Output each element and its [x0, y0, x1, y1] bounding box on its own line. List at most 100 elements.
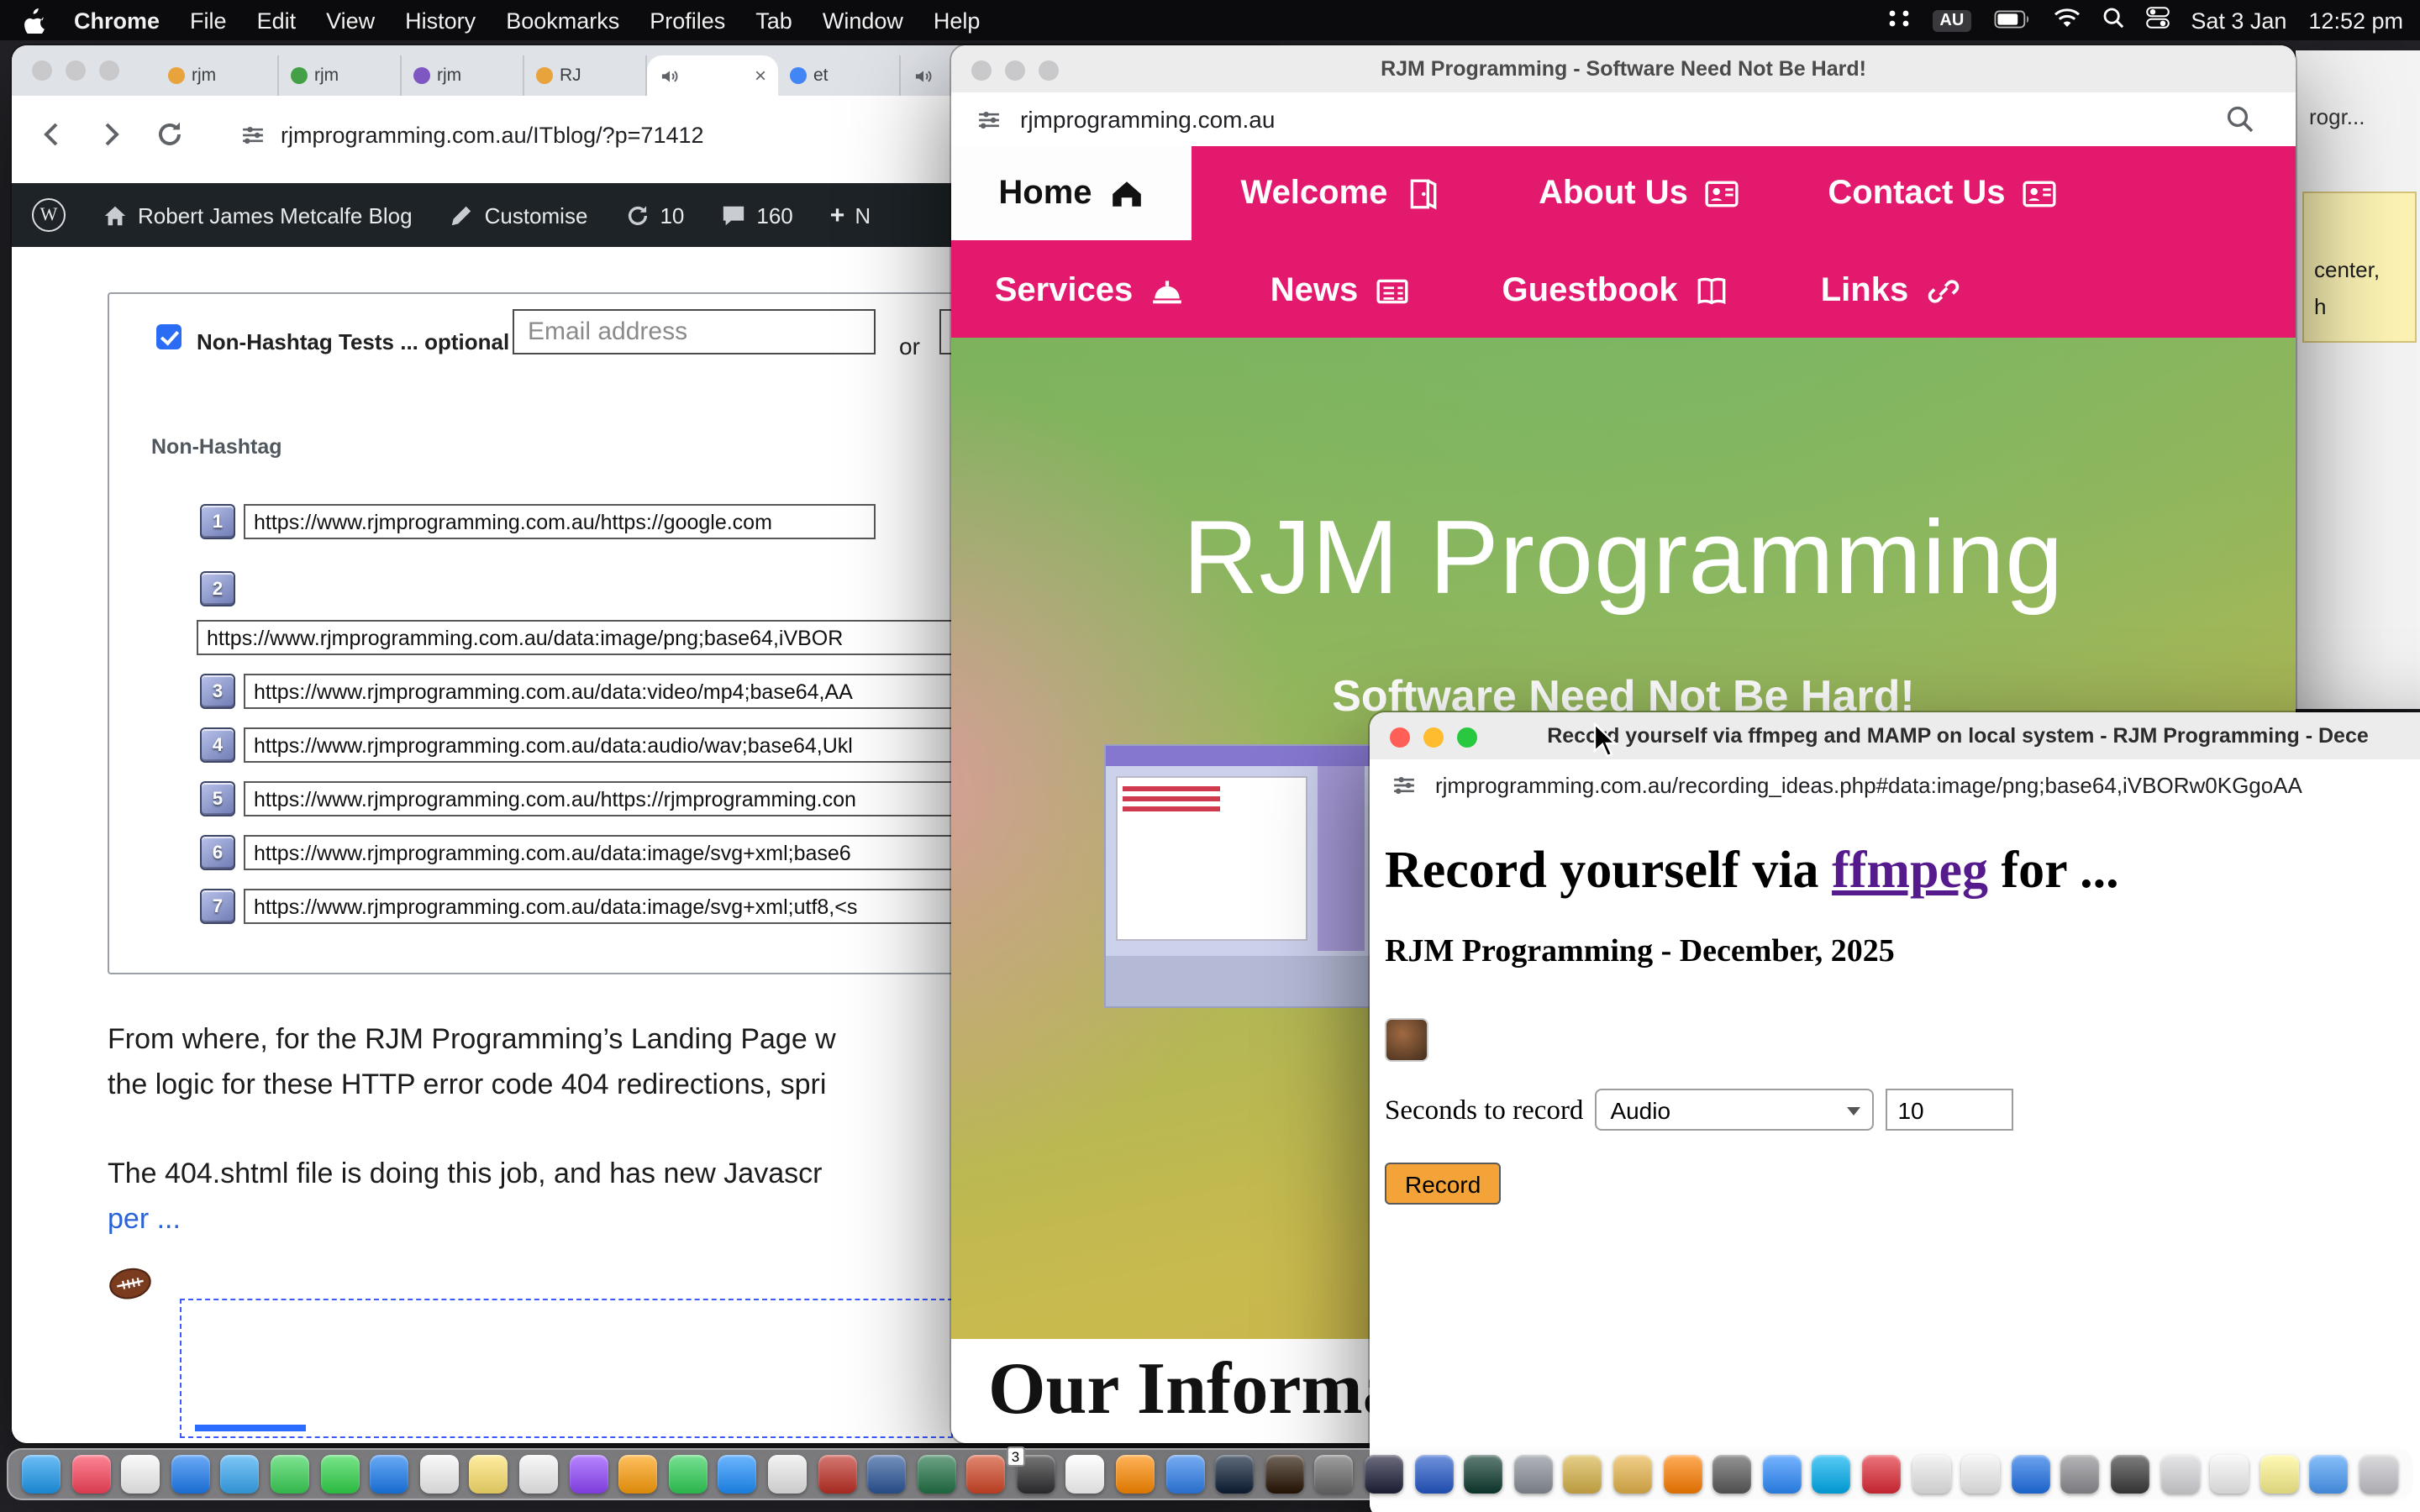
browser-tab[interactable]: rjm [279, 55, 402, 96]
filezilla-icon[interactable] [818, 1455, 856, 1494]
site-settings-icon[interactable] [975, 105, 1003, 134]
wordpress-logo-icon[interactable]: W [32, 198, 66, 232]
screenshot-1-icon[interactable] [2111, 1455, 2149, 1494]
mail-icon[interactable] [171, 1455, 210, 1494]
menu-tab[interactable]: Tab [740, 8, 808, 33]
photoshop-icon[interactable] [1216, 1455, 1255, 1494]
url-input[interactable] [244, 504, 876, 539]
bbedit-icon[interactable] [1414, 1455, 1453, 1494]
close-window-icon[interactable] [32, 60, 52, 81]
new-content-link[interactable]: + N [830, 201, 871, 229]
sequel-pro-icon[interactable] [1564, 1455, 1602, 1494]
zoom-window-icon[interactable] [1457, 727, 1477, 748]
messages-icon[interactable] [271, 1455, 309, 1494]
zoom-icon[interactable] [1763, 1455, 1802, 1494]
menu-profiles[interactable]: Profiles [634, 8, 740, 33]
non-hashtag-checkbox[interactable] [156, 324, 182, 349]
updates-indicator[interactable]: 10 [624, 202, 684, 228]
app-menu-chrome[interactable]: Chrome [59, 8, 175, 33]
nav-links[interactable]: Links [1807, 244, 1975, 338]
nav-news[interactable]: News [1252, 244, 1428, 338]
word-icon[interactable] [867, 1455, 906, 1494]
window-controls[interactable] [32, 60, 133, 81]
menu-edit[interactable]: Edit [242, 8, 312, 33]
menu-bookmarks[interactable]: Bookmarks [491, 8, 634, 33]
podcasts-icon[interactable] [569, 1455, 608, 1494]
url-input[interactable] [197, 620, 1071, 655]
url-bar[interactable]: rjmprogramming.com.au [951, 92, 2296, 148]
url-input[interactable] [244, 674, 1034, 709]
menu-help[interactable]: Help [918, 8, 996, 33]
row-number[interactable]: 6 [200, 835, 235, 870]
battery-icon[interactable] [1992, 8, 2031, 33]
vscode-icon[interactable] [1165, 1455, 1204, 1494]
seconds-input[interactable] [1886, 1089, 2013, 1131]
downloads-folder-icon[interactable] [2310, 1455, 2349, 1494]
excel-icon[interactable] [917, 1455, 955, 1494]
site-name-link[interactable]: Robert James Metcalfe Blog [103, 202, 413, 228]
browser-tab[interactable]: rjm [402, 55, 524, 96]
url-input[interactable] [244, 889, 1034, 924]
nav-guestbook[interactable]: Guestbook [1486, 244, 1746, 338]
zoom-window-icon[interactable] [1039, 60, 1059, 81]
window-controls[interactable] [1390, 727, 1491, 748]
music-icon[interactable] [71, 1455, 110, 1494]
customise-link[interactable]: Customise [450, 202, 588, 228]
nav-about-us[interactable]: About Us [1509, 146, 1770, 240]
chrome-icon[interactable] [1066, 1455, 1105, 1494]
search-icon[interactable] [2225, 104, 2255, 134]
skype-icon[interactable] [1812, 1455, 1851, 1494]
site-settings-icon[interactable] [1390, 770, 1418, 799]
gimp-icon[interactable] [1315, 1455, 1354, 1494]
menu-bar-clock[interactable]: 12:52 pm [2308, 8, 2403, 33]
calendar-icon[interactable] [420, 1455, 459, 1494]
pages-icon[interactable] [618, 1455, 657, 1494]
wifi-icon[interactable] [2053, 8, 2080, 33]
row-number[interactable]: 7 [200, 889, 235, 924]
url-text[interactable]: rjmprogramming.com.au/ITblog/?p=71412 [281, 122, 704, 147]
audacity-icon[interactable] [1365, 1455, 1403, 1494]
nav-contact-us[interactable]: Contact Us [1800, 146, 2086, 240]
url-input[interactable] [244, 835, 1034, 870]
facetime-icon[interactable] [320, 1455, 359, 1494]
nav-welcome[interactable]: Welcome [1227, 146, 1454, 240]
row-number[interactable]: 1 [200, 504, 235, 539]
row-number[interactable]: 3 [200, 674, 235, 709]
per-link[interactable]: per ... [108, 1196, 822, 1242]
mode-select[interactable]: Audio [1595, 1089, 1874, 1131]
close-window-icon[interactable] [1390, 727, 1410, 748]
firefox-icon[interactable] [1116, 1455, 1155, 1494]
finder-icon[interactable] [22, 1455, 60, 1494]
url-text[interactable]: rjmprogramming.com.au [1020, 106, 1275, 133]
menu-history[interactable]: History [390, 8, 491, 33]
input-source-indicator[interactable]: AU [1933, 9, 1970, 31]
ffmpeg-link[interactable]: ffmpeg [1832, 840, 1988, 899]
menu-file[interactable]: File [175, 8, 242, 33]
menu-window[interactable]: Window [808, 8, 918, 33]
cyberduck-icon[interactable] [1613, 1455, 1652, 1494]
vlc-icon[interactable] [1663, 1455, 1702, 1494]
browser-tab[interactable]: RJ [524, 55, 647, 96]
screenshot-thumbnail[interactable] [1104, 744, 1376, 1008]
browser-tab[interactable]: et [778, 55, 901, 96]
reload-icon[interactable] [153, 118, 187, 151]
safari-icon[interactable] [221, 1455, 260, 1494]
opera-icon[interactable] [1862, 1455, 1901, 1494]
close-window-icon[interactable] [971, 60, 992, 81]
url-text[interactable]: rjmprogramming.com.au/recording_ideas.ph… [1435, 772, 2302, 797]
window-controls[interactable] [971, 60, 1072, 81]
stickies-icon[interactable] [2260, 1455, 2298, 1494]
numbers-icon[interactable] [668, 1455, 707, 1494]
minimize-window-icon[interactable] [1423, 727, 1444, 748]
notes-icon[interactable] [470, 1455, 508, 1494]
paintbrush-icon[interactable] [1912, 1455, 1950, 1494]
comments-indicator[interactable]: 160 [721, 202, 792, 228]
window-title-bar[interactable]: RJM Programming - Software Need Not Be H… [951, 45, 2296, 92]
nav-home[interactable]: Home [951, 146, 1192, 240]
row-number[interactable]: 4 [200, 727, 235, 763]
apple-menu-icon[interactable] [17, 8, 59, 33]
keynote-icon[interactable] [718, 1455, 757, 1494]
browser-tab[interactable]: × [647, 55, 778, 96]
photos-icon[interactable] [121, 1455, 160, 1494]
minimize-window-icon[interactable] [1005, 60, 1025, 81]
